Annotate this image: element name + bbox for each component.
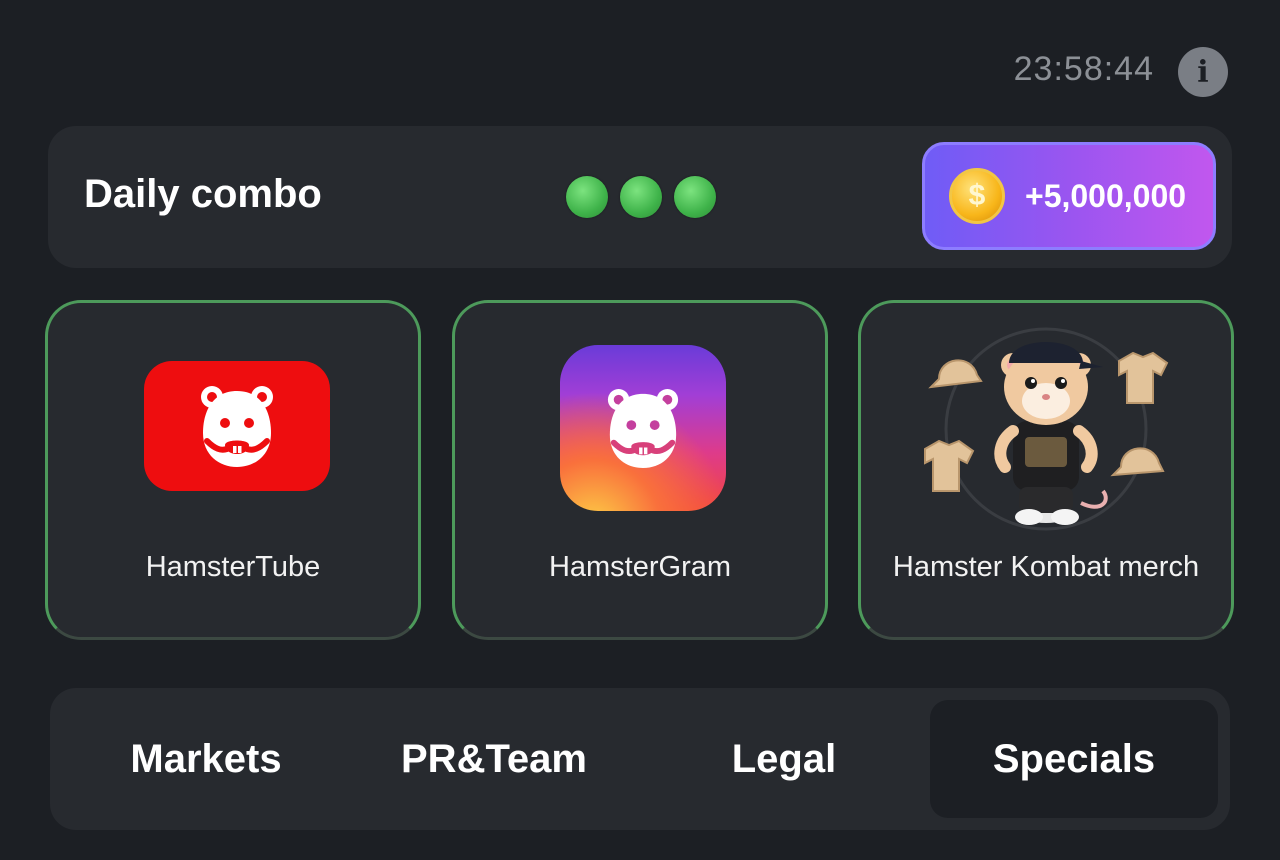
hamster-merch-image [924, 327, 1169, 531]
card-hamstergram[interactable]: HamsterGram [452, 300, 828, 640]
combo-reward-amount: +5,000,000 [1025, 177, 1187, 214]
tab-pr-team[interactable]: PR&Team [350, 700, 638, 818]
card-label: Hamster Kombat merch [892, 551, 1200, 583]
countdown-timer: 23:58:44 [1013, 50, 1154, 88]
combo-dot-found [620, 176, 662, 218]
tab-specials[interactable]: Specials [930, 700, 1218, 818]
daily-combo-title: Daily combo [84, 172, 322, 216]
hamstertube-logo-icon [144, 361, 330, 491]
combo-reward-badge: $ +5,000,000 [922, 142, 1216, 250]
tab-legal[interactable]: Legal [640, 700, 928, 818]
category-tabbar: Markets PR&Team Legal Specials [50, 688, 1230, 830]
hamstergram-logo-icon [560, 345, 726, 511]
coin-icon: $ [949, 168, 1005, 224]
hamster-face-icon [201, 386, 273, 467]
hamster-face-icon [607, 389, 679, 468]
card-hamstertube[interactable]: HamsterTube [45, 300, 421, 640]
card-hamster-merch[interactable]: Hamster Kombat merch [858, 300, 1234, 640]
daily-combo-bar: Daily combo $ +5,000,000 [48, 126, 1232, 268]
card-label: HamsterTube [145, 551, 321, 583]
card-label: HamsterGram [548, 551, 732, 583]
tab-markets[interactable]: Markets [62, 700, 350, 818]
combo-progress-dots [566, 176, 716, 218]
combo-dot-found [566, 176, 608, 218]
combo-dot-found [674, 176, 716, 218]
info-button[interactable]: i [1178, 47, 1228, 97]
info-icon: i [1197, 54, 1209, 90]
